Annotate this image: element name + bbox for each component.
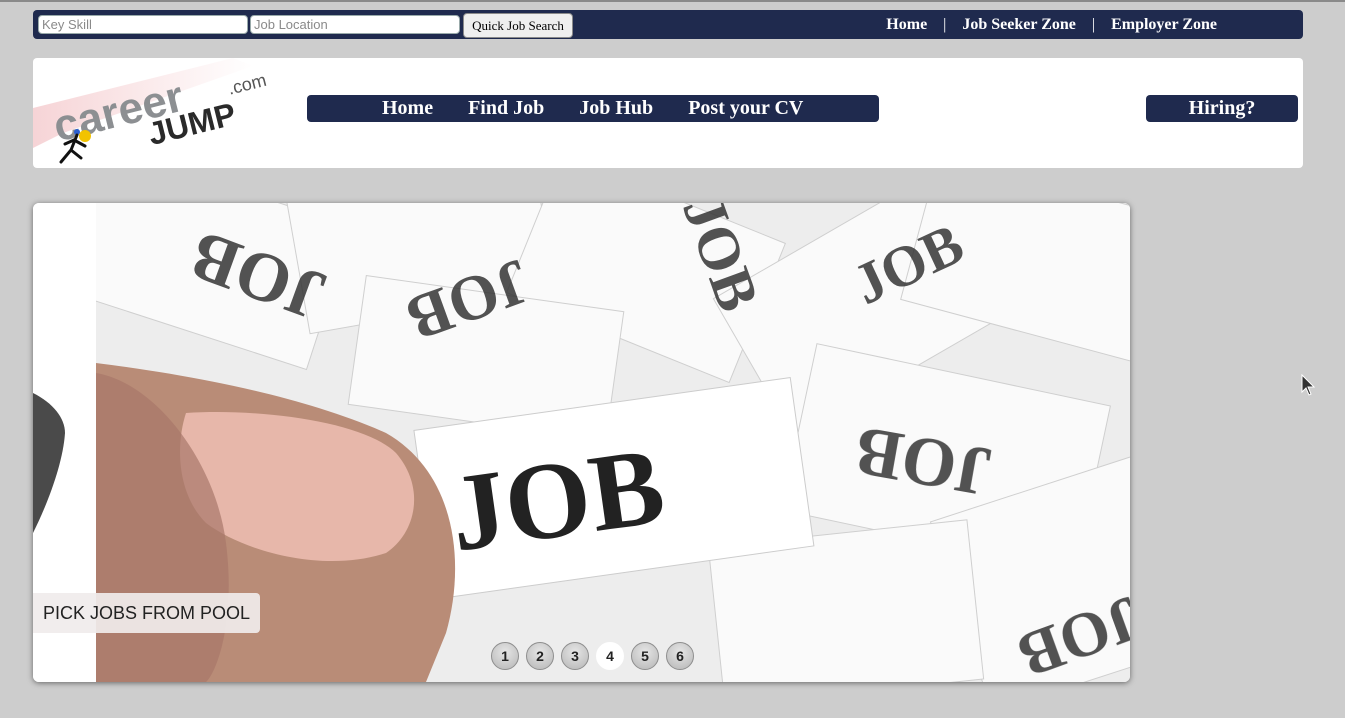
- slide-dot-5[interactable]: 5: [631, 642, 659, 670]
- top-bar: Quick Job Search Home | Job Seeker Zone …: [33, 10, 1303, 39]
- slide-dot-6[interactable]: 6: [666, 642, 694, 670]
- separator: |: [1091, 15, 1096, 33]
- nav-item-home[interactable]: Home: [382, 97, 433, 120]
- logo-text-com: .com: [226, 70, 269, 99]
- slide-pagination: 1 2 3 4 5 6: [491, 642, 701, 670]
- main-nav: Home Find Job Job Hub Post your CV: [307, 95, 879, 122]
- separator: |: [943, 15, 947, 33]
- site-header: career JUMP .com Home Find Job Job Hub P…: [33, 58, 1303, 168]
- mouse-cursor-icon: [1301, 374, 1315, 396]
- slide-caption: PICK JOBS FROM POOL: [33, 593, 261, 633]
- quick-job-search-button[interactable]: Quick Job Search: [463, 13, 573, 38]
- nav-item-find-job[interactable]: Find Job: [468, 97, 544, 120]
- slide-dot-1[interactable]: 1: [491, 642, 519, 670]
- slide-dot-2[interactable]: 2: [526, 642, 554, 670]
- top-link-home[interactable]: Home: [886, 16, 927, 34]
- nav-item-job-hub[interactable]: Job Hub: [579, 97, 653, 120]
- top-link-job-seeker-zone[interactable]: Job Seeker Zone: [962, 16, 1075, 34]
- key-skill-input[interactable]: [38, 15, 248, 34]
- nav-item-post-your-cv[interactable]: Post your CV: [688, 97, 803, 120]
- slide-dot-3[interactable]: 3: [561, 642, 589, 670]
- top-rule: [0, 0, 1345, 2]
- image-slider: JOB JOB JOB JOB JOB JOB JOB PICK JOBS FR…: [33, 203, 1130, 682]
- job-location-input[interactable]: [250, 15, 460, 34]
- careerjump-logo[interactable]: career JUMP .com: [33, 58, 288, 168]
- top-link-employer-zone[interactable]: Employer Zone: [1111, 16, 1217, 34]
- top-links: Home | Job Seeker Zone | Employer Zone: [886, 10, 1217, 39]
- hiring-button[interactable]: Hiring?: [1146, 95, 1298, 122]
- slide-dot-4[interactable]: 4: [596, 642, 624, 670]
